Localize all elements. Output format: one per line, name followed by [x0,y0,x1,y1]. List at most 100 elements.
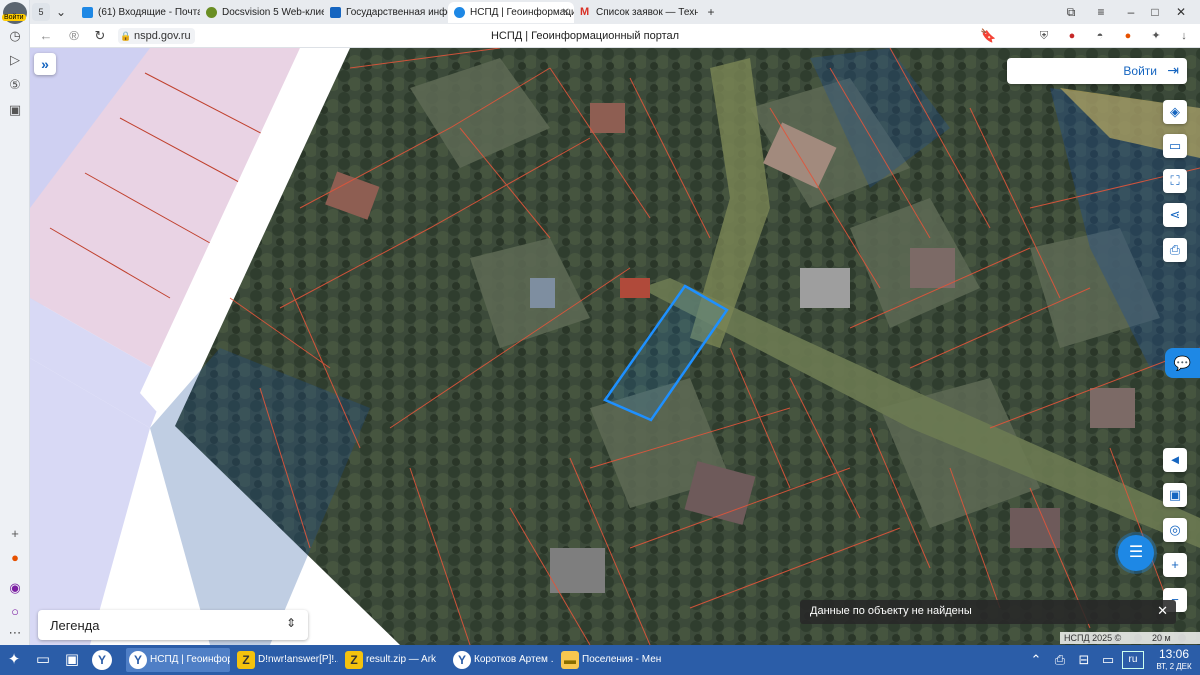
chevron-up-icon[interactable]: ⌃ [1026,650,1046,670]
copyright-text: НСПД 2025 © [1064,633,1122,643]
tab-nspd[interactable]: НСПД | Геоинформаци ✕ [448,2,574,23]
profile-avatar[interactable]: Войти [2,2,27,24]
gmail-icon: M [580,6,590,18]
minimap-icon[interactable]: ▣ [1163,483,1187,507]
menu-icon[interactable]: ≡ [1092,3,1110,21]
taskbar: ✦ ▭ ▣ Y Y НСПД | Геоинфор... Z D!nwr!ans… [0,645,1200,675]
counter-icon[interactable]: ⑤ [7,77,23,93]
bookmark-icon[interactable]: 🔖 [980,28,996,44]
folder-icon: ▬ [561,651,579,669]
login-button[interactable]: Войти ⇥ [1007,58,1187,84]
file-manager-icon[interactable]: ▣ [62,650,82,670]
task-korotkov[interactable]: Y Коротков Артем ... [450,648,554,672]
assistant-icon[interactable]: ○ [7,604,23,620]
login-label: Войти [1123,64,1157,78]
scale-label: 20 м [1152,633,1171,643]
tab-label: Список заявок — ТехноК [596,7,698,18]
tab-label: Государственная инфор [346,7,448,18]
legend-panel[interactable]: Легенда ⇕ [38,610,308,640]
toast-text: Данные по объекту не найдены [810,605,972,617]
maximize-button[interactable]: □ [1146,3,1164,21]
bookmarks-icon[interactable]: ⧉ [1062,3,1080,21]
task-label: D!nwr!answer[P]!... [258,654,338,665]
scale-bar: НСПД 2025 © 20 м [1060,632,1200,644]
clock-date: ВТ, 2 ДЕК [1156,662,1192,671]
new-tab-button[interactable]: + [702,3,720,21]
print-icon[interactable]: ⎙ [1163,238,1187,262]
chat-button[interactable]: ☰ [1118,535,1154,571]
yandex-browser-icon: Y [129,651,147,669]
nspd-icon [454,7,465,18]
task-folder[interactable]: ▬ Поселения - Мен... [558,648,662,672]
screenshot-icon[interactable]: ▣ [7,102,23,118]
tab-gov[interactable]: Государственная инфор [324,2,448,23]
page-title: НСПД | Геоинформационный портал [490,30,680,42]
desktop-switcher-icon[interactable]: ▭ [33,650,53,670]
printer-icon[interactable]: ⎙ [1050,650,1070,670]
yandex-browser-icon: Y [453,651,471,669]
tab-label: НСПД | Геоинформаци [470,7,574,18]
address-bar: ← ® ↻ nspd.gov.ru НСПД | Геоинформационн… [30,24,1200,48]
locate-icon[interactable]: ◎ [1163,518,1187,542]
task-archive[interactable]: Z D!nwr!answer[P]!... [234,648,338,672]
mail-icon [82,7,93,18]
more-icon[interactable]: ⋯ [7,625,23,641]
task-label: Коротков Артем ... [474,654,554,665]
close-tab-icon[interactable]: ✕ [562,2,570,23]
notification-toast: Данные по объекту не найдены ✕ [800,600,1176,624]
tab-label: (61) Входящие - Почта [98,7,200,18]
legend-label: Легенда [50,618,100,633]
task-result-zip[interactable]: Z result.zip — Ark [342,648,446,672]
chat-side-icon[interactable]: 💬 [1165,348,1200,378]
ruler-icon[interactable]: ▭ [1163,134,1187,158]
close-icon[interactable]: ✕ [1157,603,1168,619]
tab-docsvision[interactable]: Docsvision 5 Web-клиент [200,2,324,23]
tab-counter[interactable]: 5 [32,3,50,21]
expand-panel-button[interactable]: » [34,53,56,75]
task-label: result.zip — Ark [366,654,437,665]
app-icon[interactable]: ● [7,550,23,566]
add-panel-icon[interactable]: + [7,526,23,542]
history-icon[interactable]: ◷ [7,28,23,44]
tab-bar: 5 ⌄ (61) Входящие - Почта Docsvision 5 W… [30,0,1200,24]
map-canvas[interactable] [30,48,1200,645]
extension-icon[interactable]: ● [1120,28,1136,44]
archive-icon: Z [237,651,255,669]
task-label: НСПД | Геоинфор... [150,654,230,665]
task-label: Поселения - Мен... [582,654,662,665]
display-icon[interactable]: ▭ [1098,650,1118,670]
share-icon[interactable]: ⋖ [1163,203,1187,227]
chevron-updown-icon: ⇕ [285,616,296,630]
gov-icon [330,7,341,18]
alice-icon[interactable]: ◉ [7,580,23,596]
puzzle-icon[interactable]: ✦ [1148,28,1164,44]
close-window-button[interactable]: ✕ [1172,3,1190,21]
minimize-button[interactable]: – [1122,3,1140,21]
tab-mail[interactable]: (61) Входящие - Почта [76,2,200,23]
zoom-in-button[interactable]: + [1163,553,1187,577]
clock-time: 13:06 [1158,647,1190,661]
play-icon[interactable]: ▷ [7,52,23,68]
yandex-browser-icon[interactable]: Y [92,650,112,670]
layers-icon[interactable]: ◈ [1163,100,1187,124]
chevron-down-icon[interactable]: ⌄ [52,3,70,21]
tab-label: Docsvision 5 Web-клиент [222,7,324,18]
language-indicator[interactable]: ru [1122,651,1144,669]
network-icon[interactable]: ⊟ [1074,650,1094,670]
task-nspd[interactable]: Y НСПД | Геоинфор... [126,648,230,672]
extension-icon[interactable]: ● [1064,28,1080,44]
geolocation-icon[interactable]: ◄ [1163,448,1187,472]
docsvision-icon [206,7,217,18]
browser-sidebar: Войти ◷ ▷ ⑤ ▣ + ● ◉ ○ ⋯ [0,0,30,645]
area-select-icon[interactable]: ⛶ [1163,169,1187,193]
profile-login-label[interactable]: Войти [2,14,26,21]
shield-icon[interactable]: ⛨ [1036,28,1052,44]
archive-icon: Z [345,651,363,669]
extension-icon[interactable]: ◓ [1092,28,1108,44]
login-icon: ⇥ [1167,62,1179,78]
tab-gmail[interactable]: M Список заявок — ТехноК [574,2,698,23]
map-view[interactable]: » Войти ⇥ ◈ ▭ ⛶ ⋖ ⎙ 💬 ◄ ▣ ◎ + − ☰ Легенд… [30,48,1200,645]
start-menu-icon[interactable]: ✦ [4,650,24,670]
download-icon[interactable]: ↓ [1176,28,1192,44]
clock[interactable]: 13:06 ВТ, 2 ДЕК [1150,647,1198,672]
